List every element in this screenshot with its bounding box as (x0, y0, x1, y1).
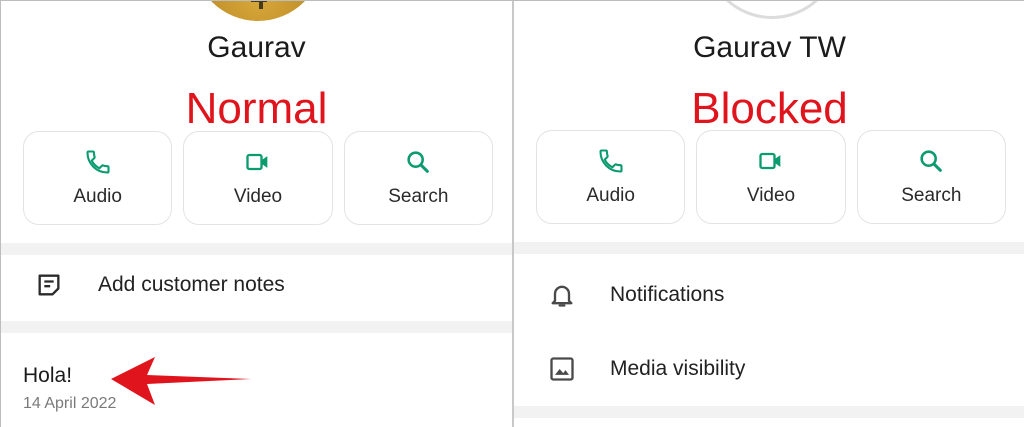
photo-silhouette (251, 1, 267, 2)
action-buttons: Audio Video Search (23, 131, 493, 225)
photo-silhouette (259, 1, 263, 9)
search-icon (920, 150, 943, 172)
profile-photo[interactable] (193, 1, 323, 21)
add-customer-notes-label: Add customer notes (98, 273, 285, 296)
video-icon (759, 152, 781, 170)
notifications-row[interactable]: Notifications (514, 265, 1024, 325)
section-divider (514, 242, 1024, 254)
phone-icon (86, 150, 110, 174)
about-text: Hola! (23, 364, 73, 387)
annotation-label: Blocked (691, 84, 848, 133)
action-buttons: Audio Video Search (536, 130, 1006, 224)
add-customer-notes-row[interactable]: Add customer notes (1, 255, 512, 315)
audio-label: Audio (73, 186, 122, 207)
media-visibility-row[interactable]: Media visibility (514, 339, 1024, 399)
video-icon (246, 153, 268, 171)
bell-icon (551, 285, 573, 307)
contact-info-panel-blocked: Gaurav TW Blocked Audio Video Search Not… (514, 1, 1024, 427)
search-button[interactable]: Search (856, 130, 1006, 224)
video-call-button[interactable]: Video (183, 131, 333, 225)
media-visibility-label: Media visibility (610, 357, 746, 380)
search-label: Search (388, 186, 449, 207)
section-divider (1, 321, 512, 333)
video-label: Video (233, 186, 283, 207)
search-label: Search (901, 185, 962, 206)
audio-label: Audio (586, 185, 635, 206)
comparison-screenshot: Gaurav Normal Audio Video Search Add cus… (0, 0, 1024, 427)
contact-name: Gaurav (207, 31, 306, 64)
audio-call-button[interactable]: Audio (23, 131, 173, 225)
phone-icon (599, 149, 623, 173)
annotation-label: Normal (185, 84, 328, 133)
contact-name: Gaurav TW (693, 31, 846, 64)
section-divider (514, 406, 1024, 418)
contact-info-panel-normal: Gaurav Normal Audio Video Search Add cus… (1, 1, 512, 427)
notes-icon (38, 274, 60, 296)
section-divider (1, 243, 512, 255)
notifications-label: Notifications (610, 283, 725, 306)
search-button[interactable]: Search (343, 131, 493, 225)
default-avatar[interactable] (704, 1, 840, 19)
video-call-button[interactable]: Video (696, 130, 846, 224)
about-date: 14 April 2022 (23, 395, 117, 412)
video-label: Video (746, 185, 796, 206)
image-icon (550, 357, 574, 381)
audio-call-button[interactable]: Audio (536, 130, 686, 224)
annotation-arrow (111, 357, 251, 405)
search-icon (407, 151, 430, 173)
